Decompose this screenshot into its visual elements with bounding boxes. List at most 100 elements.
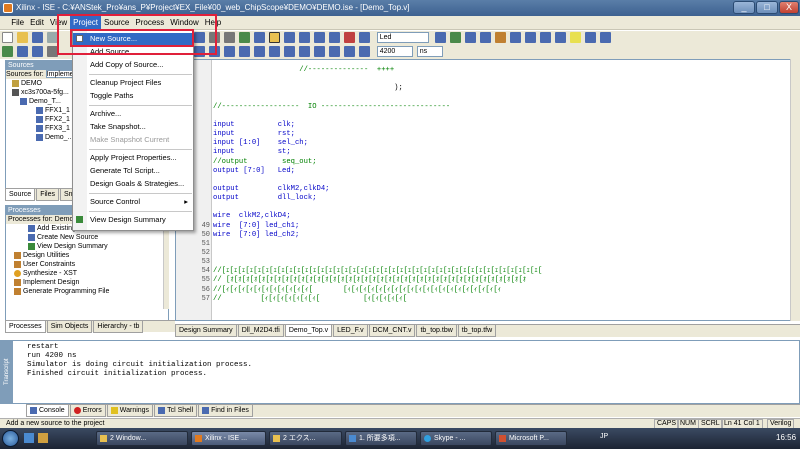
line-number: 51 bbox=[201, 239, 210, 248]
tool-icon[interactable] bbox=[359, 46, 371, 57]
menu-item-source-control[interactable]: Source Control ▸ bbox=[73, 196, 193, 208]
tool-icon[interactable] bbox=[239, 32, 251, 43]
tool-icon[interactable] bbox=[479, 32, 491, 43]
tool-icon[interactable] bbox=[254, 46, 266, 57]
tab-console[interactable]: Console bbox=[26, 405, 69, 417]
tool-icon[interactable] bbox=[329, 32, 341, 43]
menu-edit[interactable]: Edit bbox=[27, 16, 47, 30]
process-item[interactable]: Generate Programming File bbox=[6, 287, 168, 296]
tool-icon[interactable] bbox=[314, 46, 326, 57]
menu-item-archive[interactable]: Archive... bbox=[73, 108, 193, 120]
tab-led-f[interactable]: LED_F.v bbox=[333, 325, 368, 337]
tool-icon[interactable] bbox=[509, 32, 521, 43]
tool-icon[interactable] bbox=[254, 32, 266, 43]
maximize-button[interactable]: □ bbox=[756, 1, 778, 14]
tab-errors[interactable]: Errors bbox=[69, 405, 106, 417]
tab-sim-objects[interactable]: Sim Objects bbox=[46, 321, 93, 333]
editor-scrollbar[interactable] bbox=[790, 59, 800, 321]
menu-file[interactable]: File bbox=[8, 16, 27, 30]
tab-files[interactable]: Files bbox=[36, 189, 59, 201]
tool-icon[interactable] bbox=[584, 32, 596, 43]
save-icon[interactable] bbox=[32, 32, 43, 43]
sim-time-input[interactable]: 4200 bbox=[376, 46, 413, 57]
processes-scrollbar[interactable] bbox=[163, 223, 169, 309]
tool-icon[interactable] bbox=[524, 32, 536, 43]
tab-dll-m2d4[interactable]: Dll_M2D4.tfi bbox=[237, 325, 284, 337]
tool-icon[interactable] bbox=[239, 46, 251, 57]
tab-demo-top[interactable]: Demo_Top.v bbox=[284, 325, 333, 337]
tool-icon[interactable] bbox=[284, 46, 296, 57]
console-tabs: Console Errors Warnings Tcl Shell Find in Fi… bbox=[26, 404, 800, 417]
tool-icon[interactable] bbox=[284, 32, 296, 43]
tab-hierarchy[interactable]: Hierarchy - tb bbox=[93, 321, 144, 333]
menu-item-add-copy-of-source[interactable]: Add Copy of Source... bbox=[73, 59, 193, 71]
process-item[interactable]: Synthesize - XST bbox=[6, 269, 168, 278]
menu-item-take-snapshot[interactable]: Take Snapshot... bbox=[73, 121, 193, 133]
tab-design-summary[interactable]: Design Summary bbox=[175, 325, 237, 337]
tool-icon[interactable] bbox=[329, 46, 341, 57]
language-bar[interactable]: JP bbox=[600, 433, 608, 440]
code-line: output [7:0] Led; bbox=[213, 166, 295, 175]
lightbulb-icon[interactable] bbox=[569, 32, 581, 43]
sigma-icon bbox=[76, 216, 83, 223]
process-item[interactable]: View Design Summary bbox=[6, 242, 168, 251]
sources-for-select[interactable]: Impleme bbox=[45, 70, 74, 79]
tool-icon[interactable] bbox=[299, 46, 311, 57]
tool-icon[interactable] bbox=[494, 32, 506, 43]
process-item[interactable]: Create New Source bbox=[6, 233, 168, 242]
menu-item-cleanup-project-files[interactable]: Cleanup Project Files bbox=[73, 77, 193, 89]
help-icon[interactable] bbox=[599, 32, 611, 43]
taskbar-item[interactable]: 1. 所要多項... bbox=[345, 431, 417, 446]
taskbar-item[interactable]: Microsoft P... bbox=[495, 431, 567, 446]
tab-find-in-files[interactable]: Find in Files bbox=[198, 405, 253, 417]
taskbar-item[interactable]: 2 Window... bbox=[96, 431, 188, 446]
tool-icon[interactable] bbox=[269, 46, 281, 57]
process-item[interactable]: Implement Design bbox=[6, 278, 168, 287]
menu-item-view-design-summary[interactable]: View Design Summary bbox=[73, 214, 193, 226]
code-editor[interactable]: 49 50 51 52 53 54 55 56 57 //-------------- ++++… bbox=[175, 59, 800, 321]
sim-unit-select[interactable]: ns bbox=[416, 46, 443, 57]
tab-tb-top-tfw[interactable]: tb_top.tfw bbox=[457, 325, 497, 337]
expand-icon bbox=[14, 278, 21, 286]
tab-source[interactable]: Source bbox=[5, 189, 36, 201]
taskbar-item[interactable]: Skype - ... bbox=[420, 431, 492, 446]
tool-icon[interactable] bbox=[359, 32, 371, 43]
quicklaunch-icon[interactable] bbox=[38, 433, 48, 443]
tab-tcl-shell[interactable]: Tcl Shell bbox=[154, 405, 198, 417]
taskbar-item[interactable]: 2 エクス... bbox=[269, 431, 342, 446]
tool-icon[interactable] bbox=[299, 32, 311, 43]
tool-icon[interactable] bbox=[539, 32, 551, 43]
new-file-icon[interactable] bbox=[2, 32, 13, 43]
menu-item-design-goals-strategies[interactable]: Design Goals & Strategies... bbox=[73, 178, 193, 190]
tool-icon[interactable] bbox=[314, 32, 326, 43]
tool-icon[interactable] bbox=[344, 46, 356, 57]
tool-icon[interactable] bbox=[344, 32, 356, 43]
process-item[interactable]: Design Utilities bbox=[6, 251, 168, 260]
menu-item-generate-tcl-script[interactable]: Generate Tcl Script... bbox=[73, 165, 193, 177]
start-button[interactable] bbox=[2, 430, 19, 447]
tool-icon[interactable] bbox=[17, 46, 28, 57]
process-item[interactable]: User Constraints bbox=[6, 260, 168, 269]
minimize-button[interactable]: _ bbox=[733, 1, 755, 14]
close-button[interactable]: X bbox=[779, 1, 799, 14]
tool-icon[interactable] bbox=[449, 32, 461, 43]
tool-icon[interactable] bbox=[224, 46, 236, 57]
console-panel[interactable]: Transcript restart run 4200 ns Simulator… bbox=[0, 340, 800, 404]
tool-icon[interactable] bbox=[2, 46, 13, 57]
tool-icon[interactable] bbox=[269, 32, 281, 43]
tool-icon[interactable] bbox=[434, 32, 446, 43]
tab-processes[interactable]: Processes bbox=[5, 321, 46, 333]
tab-tb-top-tbw[interactable]: tb_top.tbw bbox=[416, 325, 457, 337]
tool-icon[interactable] bbox=[224, 32, 236, 43]
tool-icon[interactable] bbox=[464, 32, 476, 43]
quicklaunch-icon[interactable] bbox=[24, 433, 34, 443]
tool-icon[interactable] bbox=[554, 32, 566, 43]
tool-icon[interactable] bbox=[32, 46, 43, 57]
taskbar-item[interactable]: Xilinx - ISE ... bbox=[191, 431, 266, 446]
top-select[interactable]: Led bbox=[376, 32, 429, 43]
menu-item-apply-project-properties[interactable]: Apply Project Properties... bbox=[73, 152, 193, 164]
menu-item-toggle-paths[interactable]: Toggle Paths bbox=[73, 90, 193, 102]
tab-dcm-cnt[interactable]: DCM_CNT.v bbox=[368, 325, 416, 337]
open-folder-icon[interactable] bbox=[17, 32, 28, 43]
tab-warnings[interactable]: Warnings bbox=[106, 405, 154, 417]
